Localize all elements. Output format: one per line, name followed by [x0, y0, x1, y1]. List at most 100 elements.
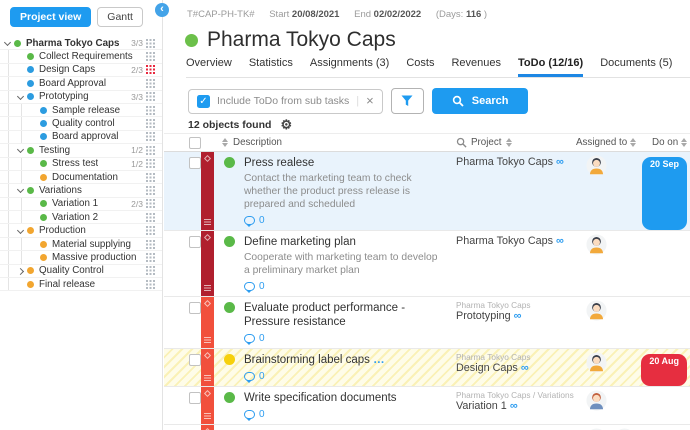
grid-icon[interactable] — [146, 173, 155, 182]
project-name[interactable]: Prototyping — [456, 310, 511, 322]
avatar-man-orange[interactable] — [586, 300, 607, 321]
tab-costs[interactable]: Costs — [406, 57, 434, 77]
todo-row[interactable]: Press realese Contact the marketing team… — [164, 152, 690, 231]
drag-handle-icon[interactable] — [204, 219, 211, 225]
grid-icon[interactable] — [146, 199, 155, 208]
sidebar-item-board-approval[interactable]: Board approval — [0, 131, 162, 144]
comments-link[interactable]: 0 — [244, 409, 450, 420]
grid-icon[interactable] — [146, 213, 155, 222]
row-checkbox[interactable] — [189, 236, 201, 248]
sidebar-item-quality-control[interactable]: Quality control — [0, 117, 162, 130]
todo-row[interactable]: Evaluate product performance - Pressure … — [164, 297, 690, 349]
grid-icon[interactable] — [146, 79, 155, 88]
row-checkbox[interactable] — [189, 157, 201, 169]
project-name[interactable]: Pharma Tokyo Caps — [456, 235, 553, 247]
comments-link[interactable]: 0 — [244, 281, 450, 292]
tab-assignments-3[interactable]: Assignments (3) — [310, 57, 389, 77]
more-icon[interactable]: … — [373, 354, 386, 366]
sidebar-item-variations[interactable]: Variations — [0, 184, 162, 197]
grid-icon[interactable] — [146, 92, 155, 101]
grid-icon[interactable] — [146, 39, 155, 48]
gear-icon[interactable]: ⚙ — [280, 119, 292, 131]
grid-icon[interactable] — [146, 52, 155, 61]
row-checkbox[interactable] — [189, 354, 201, 366]
column-header-doon[interactable]: Do on — [639, 137, 690, 148]
todo-title[interactable]: Define marketing plan — [244, 235, 450, 249]
project-link-icon[interactable]: ∞ — [556, 235, 564, 247]
sidebar-item-stress-test[interactable]: Stress test1/2 — [0, 158, 162, 171]
chevron-down-icon[interactable] — [16, 92, 27, 102]
project-view-button[interactable]: Project view — [10, 7, 91, 27]
grid-icon[interactable] — [146, 186, 155, 195]
comments-link[interactable]: 0 — [244, 215, 450, 226]
chevron-down-icon[interactable] — [16, 185, 27, 195]
sidebar-item-quality-control[interactable]: Quality Control — [0, 265, 162, 278]
sidebar-item-final-release[interactable]: Final release — [0, 278, 162, 291]
avatar-man-blue[interactable] — [586, 390, 607, 411]
chevron-down-icon[interactable] — [16, 226, 27, 236]
project-link-icon[interactable]: ∞ — [510, 400, 518, 412]
grid-icon[interactable] — [146, 226, 155, 235]
drag-handle-icon[interactable] — [204, 413, 211, 419]
project-name[interactable]: Pharma Tokyo Caps — [456, 156, 553, 168]
gantt-button[interactable]: Gantt — [97, 7, 143, 27]
comments-link[interactable]: 0 — [244, 333, 450, 344]
tab-todo-12-16[interactable]: ToDo (12/16) — [518, 57, 583, 77]
sidebar-item-pharma-tokyo-caps[interactable]: Pharma Tokyo Caps3/3 — [0, 37, 162, 50]
todo-row[interactable]: Define marketing plan Cooperate with mar… — [164, 231, 690, 297]
sidebar-item-documentation[interactable]: Documentation — [0, 171, 162, 184]
grid-icon[interactable] — [146, 132, 155, 141]
sidebar-item-production[interactable]: Production — [0, 224, 162, 237]
chevron-down-icon[interactable] — [3, 38, 14, 48]
todo-title[interactable]: Write specification documents — [244, 391, 450, 405]
avatar-man-orange[interactable] — [586, 234, 607, 255]
collapse-sidebar-button[interactable]: ‹ — [155, 3, 169, 17]
sidebar-item-collect-requirements[interactable]: Collect Requirements — [0, 50, 162, 63]
column-header-description[interactable]: Description — [214, 137, 456, 148]
grid-icon[interactable] — [146, 119, 155, 128]
project-link-icon[interactable]: ∞ — [556, 156, 564, 168]
sidebar-item-prototyping[interactable]: Prototyping3/3 — [0, 91, 162, 104]
drag-handle-icon[interactable] — [204, 337, 211, 343]
avatar-man-orange[interactable] — [586, 155, 607, 176]
drag-handle-icon[interactable] — [204, 285, 211, 291]
search-button[interactable]: Search — [432, 88, 529, 114]
tab-documents-5[interactable]: Documents (5) — [600, 57, 672, 77]
project-name[interactable]: Variation 1 — [456, 400, 507, 412]
project-link-icon[interactable]: ∞ — [514, 310, 522, 322]
tab-overview[interactable]: Overview — [186, 57, 232, 77]
grid-icon[interactable] — [146, 280, 155, 289]
chip-close-icon[interactable]: × — [366, 96, 374, 106]
todo-row[interactable]: Write specification documents 0 Pharma T… — [164, 387, 690, 425]
drag-handle-icon[interactable] — [204, 375, 211, 381]
sidebar-item-sample-release[interactable]: Sample release — [0, 104, 162, 117]
sidebar-item-variation-2[interactable]: Variation 2 — [0, 211, 162, 224]
grid-icon[interactable] — [146, 106, 155, 115]
grid-icon[interactable] — [146, 159, 155, 168]
grid-icon[interactable] — [146, 266, 155, 275]
grid-icon[interactable] — [146, 65, 155, 74]
grid-icon[interactable] — [146, 253, 155, 262]
todo-title[interactable]: Press realese — [244, 156, 450, 170]
column-header-assigned[interactable]: Assigned to — [576, 137, 639, 148]
chevron-right-icon[interactable] — [16, 266, 27, 276]
sidebar-item-testing[interactable]: Testing1/2 — [0, 144, 162, 157]
sidebar-item-material-supplying[interactable]: Material supplying — [0, 238, 162, 251]
select-all-checkbox[interactable] — [189, 137, 201, 149]
grid-icon[interactable] — [146, 240, 155, 249]
todo-title[interactable]: Evaluate product performance - Pressure … — [244, 301, 450, 329]
grid-icon[interactable] — [146, 146, 155, 155]
tab-revenues[interactable]: Revenues — [451, 57, 501, 77]
project-link-icon[interactable]: ∞ — [521, 362, 529, 374]
sidebar-item-design-caps[interactable]: Design Caps2/3 — [0, 64, 162, 77]
column-header-project[interactable]: Project — [456, 137, 576, 148]
avatar-man-orange[interactable] — [586, 352, 607, 373]
todo-row[interactable]: Define product packaging design 0 Pharma… — [164, 425, 690, 430]
comments-link[interactable]: 0 — [244, 371, 450, 382]
sidebar-item-board-approval[interactable]: Board Approval — [0, 77, 162, 90]
todo-row[interactable]: Brainstorming label caps … 0 Pharma Toky… — [164, 349, 690, 387]
row-checkbox[interactable] — [189, 302, 201, 314]
todo-title[interactable]: Brainstorming label caps … — [244, 353, 450, 367]
sidebar-item-variation-1[interactable]: Variation 12/3 — [0, 198, 162, 211]
sidebar-item-massive-production[interactable]: Massive production — [0, 251, 162, 264]
